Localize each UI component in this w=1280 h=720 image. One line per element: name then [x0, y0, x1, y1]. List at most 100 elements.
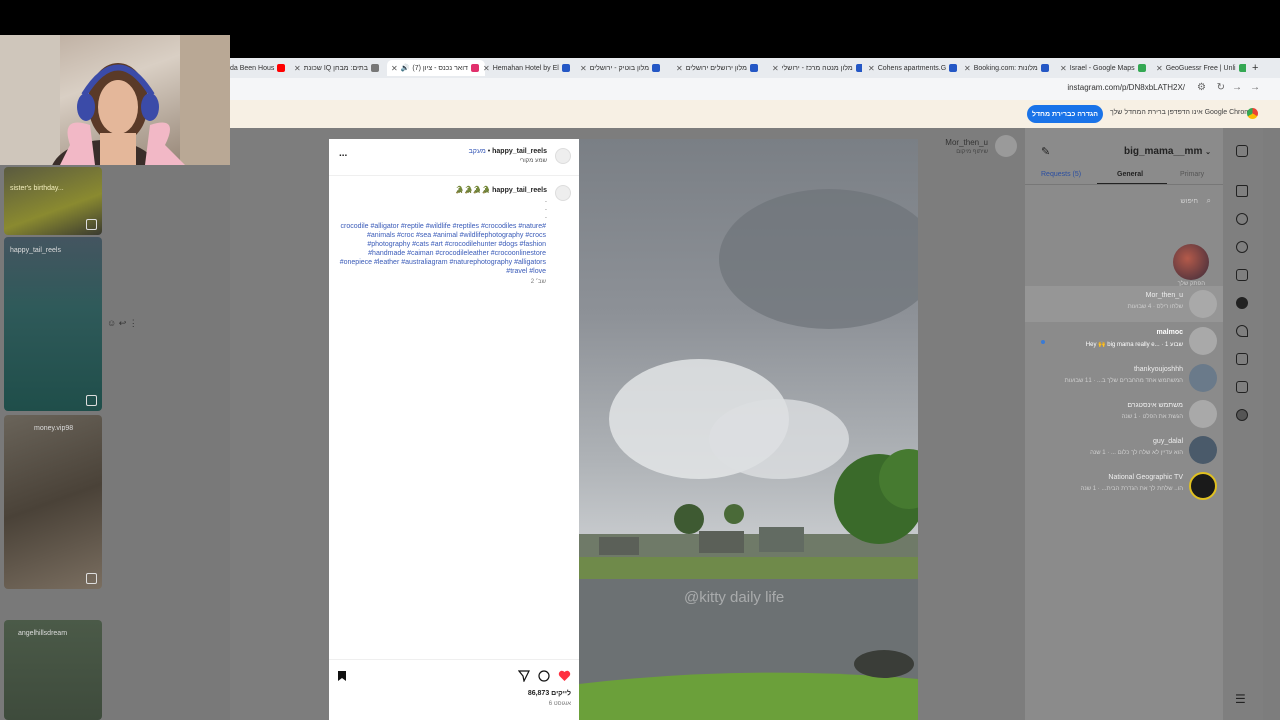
notifications-heart-icon[interactable] — [1236, 325, 1248, 337]
close-tab-icon[interactable]: ✕ — [580, 64, 587, 73]
comment-icon[interactable] — [538, 670, 550, 682]
search-input[interactable]: חיפוש — [1181, 198, 1198, 205]
explore-icon[interactable] — [1236, 241, 1248, 253]
reel-thumbnail[interactable]: sister's birthday... — [4, 167, 102, 235]
caption-dots: ... — [545, 197, 547, 220]
like-heart-icon[interactable] — [558, 670, 571, 682]
thread-avatar — [1189, 290, 1217, 318]
profile-avatar[interactable] — [1236, 409, 1248, 421]
browser-tab[interactable]: ✕ Israel - Google Maps — [1060, 60, 1150, 76]
browser-tab[interactable]: ✕ Cohens apartments.G — [868, 60, 958, 76]
thread-avatar — [1189, 436, 1217, 464]
caption-avatar[interactable] — [555, 185, 571, 201]
author-avatar[interactable] — [555, 148, 571, 164]
reel-icon — [86, 573, 97, 584]
post-video[interactable]: @kitty daily life — [579, 139, 918, 720]
browser-tab[interactable]: ✕ מלון ירושלים ירושלים — [676, 60, 766, 76]
menu-icon[interactable]: ☰ — [1235, 692, 1246, 706]
set-default-button[interactable]: הגדרה כברירת מחדל — [1027, 105, 1103, 123]
tab-general[interactable]: General — [1117, 171, 1143, 178]
default-browser-infobar: הגדרה כברירת מחדל אינו הדפדפן ברירת המחד… — [230, 100, 1280, 128]
browser-tab[interactable]: ✕ GeoGuessr Free | Unli — [1156, 60, 1246, 76]
emoji-icon[interactable]: ☺ — [107, 318, 116, 328]
post-details-panel: מעקב • happy_tail_reels שמע מקורי ... 🐊🐊… — [329, 139, 579, 720]
thread-item[interactable]: National Geographic TV הו.. שלחת לך את ה… — [1025, 468, 1223, 504]
follow-button[interactable]: מעקב — [469, 148, 486, 155]
reply-icon[interactable]: ↩ — [119, 318, 127, 328]
close-tab-icon[interactable]: ✕ — [964, 64, 971, 73]
booking-icon — [749, 64, 758, 72]
reel-thumbnail[interactable]: happy_tail_reels — [4, 237, 102, 411]
thread-item[interactable]: malmoc Hey 🙌 big mama really e... · 1 שב… — [1025, 323, 1223, 359]
messenger-icon[interactable] — [1236, 297, 1248, 309]
note-avatar[interactable] — [1173, 244, 1209, 280]
reel-icon — [86, 395, 97, 406]
browser-tab[interactable]: ✕ מלון בוטיק - ירושלים — [580, 60, 670, 76]
compose-icon[interactable]: ✎ — [1041, 145, 1050, 158]
close-tab-icon[interactable]: ✕ — [294, 64, 301, 73]
close-tab-icon[interactable]: ✕ — [868, 64, 875, 73]
close-tab-icon[interactable]: ✕ — [676, 64, 683, 73]
likes-count[interactable]: 86,873 לייקים — [528, 690, 571, 697]
more-options-icon[interactable]: ... — [339, 148, 347, 159]
post-author[interactable]: happy_tail_reels — [492, 148, 547, 155]
close-tab-icon[interactable]: ✕ — [391, 64, 398, 73]
account-switcher[interactable]: big_mama__mm ⌄ — [1124, 146, 1211, 157]
forward-icon[interactable]: → — [1232, 82, 1242, 93]
instagram-icon — [470, 64, 479, 72]
search-icon[interactable] — [1236, 213, 1248, 225]
browser-tab[interactable]: ✕ Booking.com: מלונות — [964, 60, 1054, 76]
thread-item[interactable]: thankyoujoshhh המשתמש אחד מהחברים שלך ב.… — [1025, 360, 1223, 396]
divider — [329, 659, 579, 660]
close-tab-icon[interactable]: ✕ — [483, 64, 490, 73]
browser-tab-active[interactable]: ✕ 🔊 (7) דואר נכנס - ציון — [387, 60, 485, 76]
reel-actions: ☺ ↩ ⋮ — [107, 318, 138, 329]
tab-requests[interactable]: Requests (5) — [1041, 171, 1081, 178]
caption-author[interactable]: happy_tail_reels — [492, 187, 547, 194]
dashboard-icon[interactable] — [1236, 381, 1248, 393]
browser-tab[interactable]: da Been Hous — [230, 60, 292, 76]
thread-avatar — [1189, 364, 1217, 392]
infobar-text: אינו הדפדפן ברירת המחדל שלך Google Chrom… — [1110, 109, 1254, 116]
address-bar: instagram.com/p/DN8xbLATH2X/ ⚙ ↻ → → — [230, 78, 1280, 101]
site-settings-icon[interactable]: ⚙ — [1197, 82, 1206, 93]
browser-tab[interactable]: ✕ מלון מנטה מרכז - ירושלי — [772, 60, 862, 76]
more-icon[interactable]: ⋮ — [129, 318, 138, 328]
post-date: 6 אוגוסט — [548, 701, 571, 707]
audio-label[interactable]: שמע מקורי — [519, 158, 547, 164]
caption-hashtags[interactable]: #crocodile #alligator #reptile #wildlife… — [334, 222, 546, 276]
instagram-icon[interactable] — [1236, 145, 1248, 157]
browser-tab[interactable]: ✕ שכונת IQ בתים: מבחן — [294, 60, 382, 76]
reel-thumbnail[interactable]: money.vip98 — [4, 415, 102, 589]
home-icon[interactable] — [1236, 185, 1248, 197]
divider — [1025, 184, 1223, 185]
maps-icon — [1137, 64, 1146, 72]
create-icon[interactable] — [1236, 353, 1248, 365]
unread-dot-icon — [1041, 340, 1045, 344]
thread-item[interactable]: Mor_then_u שלחו רילס · 4 שבועות — [1025, 286, 1223, 322]
close-tab-icon[interactable]: ✕ — [1060, 64, 1067, 73]
header-avatar[interactable] — [995, 135, 1017, 157]
url-field[interactable]: instagram.com/p/DN8xbLATH2X/ — [1067, 83, 1185, 92]
tab-primary[interactable]: Primary — [1180, 171, 1204, 178]
close-tab-icon[interactable]: ✕ — [772, 64, 779, 73]
save-icon[interactable] — [337, 670, 347, 682]
share-icon[interactable] — [518, 670, 530, 682]
webcam-person-image — [0, 35, 230, 165]
booking-icon — [652, 64, 661, 72]
reels-icon[interactable] — [1236, 269, 1248, 281]
thread-item[interactable]: guy_dalal הוא עדיין לא שלח לך כלום ... ·… — [1025, 432, 1223, 468]
reload-icon[interactable]: ↻ — [1217, 82, 1225, 93]
chrome-icon — [1247, 108, 1258, 119]
caption-time: 2 שב׳ — [530, 279, 546, 285]
close-tab-icon[interactable]: ✕ — [1156, 64, 1163, 73]
thread-item[interactable]: משתמש אינסטגרם הגשת את הפלט · 1 שנה — [1025, 396, 1223, 432]
browser-tab[interactable]: ✕ Hemahan Hotel by El — [483, 60, 573, 76]
new-tab-button[interactable]: + — [1252, 60, 1276, 76]
video-watermark: @kitty daily life — [684, 589, 784, 606]
header-username[interactable]: Mor_then_u — [945, 138, 988, 147]
natgeo-avatar — [1189, 472, 1217, 500]
reel-thumbnail[interactable]: angelhillsdream — [4, 620, 102, 720]
thread-avatar — [1189, 327, 1217, 355]
back-icon[interactable]: → — [1250, 82, 1260, 93]
